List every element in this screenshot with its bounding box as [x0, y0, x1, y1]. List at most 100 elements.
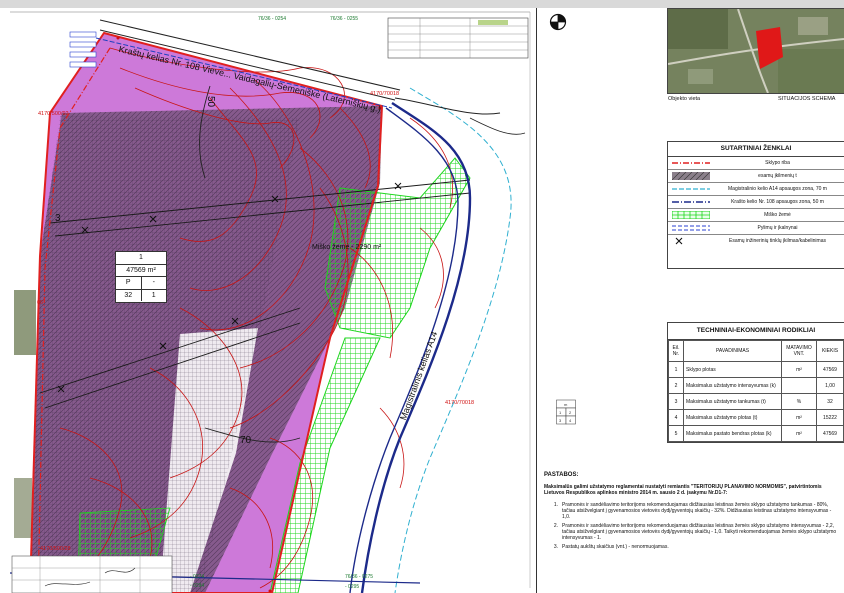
row-unit: m² [781, 361, 817, 378]
top-strip [0, 0, 844, 8]
legend-item-hatched: esamų įkilmenių t [668, 170, 844, 183]
row-name: Maksimalus užstatymo plotas (t) [683, 409, 782, 426]
grid-top-right: 76/36 - 0255 [330, 16, 359, 22]
situation-aerial [668, 9, 844, 93]
mini-legend-top: m [564, 402, 568, 407]
grid-bottom-4: - 0295 [345, 584, 360, 590]
situation-scheme-map[interactable] [667, 8, 844, 94]
header-value: KIEKIS [816, 340, 844, 362]
row-value: 32 [816, 393, 844, 410]
parcel-density: 32 [116, 289, 142, 301]
parcel-density-row: 32 1 [116, 289, 166, 301]
contour-50-label: 50 [205, 95, 217, 108]
grid-bottom-3: - 0294 [190, 583, 205, 589]
notes-item-text: Pramonės ir sandėliavimo teritorijoms re… [562, 502, 832, 520]
notes-item-text: Pastatų aukštų skaičius (vnt.) - nenormu… [562, 544, 669, 550]
row-name: Maksimalus užstatymo tankumas (t) [683, 393, 782, 410]
legend-title: SUTARTINIAI ŽENKLAI [668, 142, 844, 157]
north-arrow-icon [549, 13, 567, 31]
parcel-bottom-ref: 4170/500/28 [40, 546, 71, 552]
parcel-purpose-value: - [152, 279, 155, 286]
row-value: 47569 [816, 425, 844, 442]
row-value: 47569 [816, 361, 844, 378]
dimension-3: 3 [55, 213, 61, 224]
row-unit: m² [781, 409, 817, 426]
legend-item-boundary: Sklypo riba [668, 157, 844, 170]
grid-top-left: 76/36 - 0254 [258, 16, 287, 22]
signature-block [11, 555, 173, 593]
object-location-label: Objekto vieta [668, 96, 701, 102]
row-value: 1,00 [816, 377, 844, 394]
row-value: 15222 [816, 409, 844, 426]
cyan-dashed-line-icon [672, 188, 710, 190]
row-no: 4 [668, 409, 684, 426]
mini-legend-cell-c: 3 [559, 418, 562, 423]
forest-label: Miško žemė - 2290 m² [312, 244, 382, 251]
legend-item-forest: Miško žemė [668, 209, 844, 222]
legend-item-embankment: Pylimų ir įkalnynai [668, 222, 844, 235]
indicators-table: Eil. Nr. PAVADINIMAS MATAVIMO VNT. KIEKI… [668, 340, 844, 442]
notes-item: 3. Pastatų aukštų skaičius (vnt.) - neno… [544, 544, 840, 550]
legend-item-label: Krašto kelio Nr. 108 apsaugos zona, 50 m [731, 199, 824, 205]
top-title-block [387, 17, 529, 59]
notes-item-text: Pramonės ir sandėliavimo teritorijoms re… [562, 523, 837, 541]
table-row: 2 Maksimalus užstatymo intensyvumas (k) … [668, 377, 844, 394]
notes-section: PASTABOS: Maksimalūs galimi užstatymo re… [544, 472, 840, 553]
legend-item-label: Esamų inžinerinių tinklų įkilmas/kabelin… [729, 238, 826, 244]
parcel-info-box[interactable]: 1 47569 m² P - 32 1 [115, 251, 167, 303]
legend-item-label: esamų įkilmenių t [758, 173, 797, 179]
table-row: 3 Maksimalus užstatymo tankumas (t) % 32 [668, 393, 844, 410]
row-unit: % [781, 393, 817, 410]
notes-item: 1. Pramonės ir sandėliavimo teritorijoms… [544, 502, 840, 520]
legend-item-a14-zone: Magistralinio kelio A14 apsaugos zona, 7… [668, 183, 844, 196]
legend-panel: SUTARTINIAI ŽENKLAI Sklypo riba esamų įk… [667, 141, 844, 269]
notes-item-number: 3. [553, 544, 558, 550]
parcel-right-ref: 4170/70018 [370, 91, 400, 97]
parcel-number: 1 [116, 252, 166, 265]
notes-item-number: 1. [553, 502, 558, 508]
table-row: 5 Maksimalus pastato bendras plotas (k) … [668, 425, 844, 442]
header-unit: MATAVIMO VNT. [781, 340, 817, 362]
grid-bottom-1: 76/36 - 0275 [345, 574, 374, 580]
row-name: Maksimalus pastato bendras plotas (k) [683, 425, 782, 442]
boundary-line-icon [672, 162, 710, 164]
mini-legend-cell-d: 4 [569, 418, 572, 423]
row-name: Sklypo plotas [683, 361, 782, 378]
row-unit: m² [781, 425, 817, 442]
situation-scheme-title: SITUACIJOS SCHEMA [778, 96, 836, 102]
row-no: 2 [668, 377, 684, 394]
contour-70-label: 70 [240, 435, 252, 446]
mini-legend: m 1 2 3 4 [556, 392, 636, 438]
hatched-area-icon [672, 172, 710, 180]
row-no: 5 [668, 425, 684, 442]
row-no: 1 [668, 361, 684, 378]
detailed-plan-map[interactable] [0, 8, 536, 593]
parcel-purpose: P [116, 277, 142, 289]
mini-legend-cell-b: 2 [569, 410, 572, 415]
navy-dashdot-line-icon [672, 201, 710, 203]
parcel-intensity: 1 [151, 291, 156, 299]
notes-title: PASTABOS: [544, 472, 579, 478]
legend-item-label: Miško žemė [764, 212, 791, 218]
cross-mark-icon [675, 237, 683, 245]
indicators-title: TECHNINIAI-EKONOMINIAI RODIKLIAI [668, 323, 844, 340]
dimension-06: 06 [37, 300, 44, 306]
notes-item: 2. Pramonės ir sandėliavimo teritorijoms… [544, 523, 840, 541]
blue-dashed-line-icon [672, 225, 710, 231]
parcel-left-ref: 4170/500/92 [38, 111, 69, 117]
green-grid-icon [672, 211, 710, 219]
technical-indicators-panel: TECHNINIAI-EKONOMINIAI RODIKLIAI Eil. Nr… [667, 322, 844, 443]
parcel-purpose-row: P - [116, 277, 166, 290]
legend-item-label: Magistralinio kelio A14 apsaugos zona, 7… [728, 186, 827, 192]
row-name: Maksimalus užstatymo intensyvumas (k) [683, 377, 782, 394]
row-unit [781, 377, 817, 394]
parcel-mid-right-ref: 4170/70018 [445, 400, 475, 406]
legend-item-label: Sklypo riba [765, 160, 790, 166]
table-row: 4 Maksimalus užstatymo plotas (t) m² 152… [668, 409, 844, 426]
header-name: PAVADINIMAS [683, 340, 782, 362]
parcel-area: 47569 m² [116, 265, 166, 277]
legend-item-label: Pylimų ir įkalnynai [757, 225, 798, 231]
map-area[interactable]: Kraštų kelias Nr. 108 Vieve... Vaidagali… [0, 8, 536, 593]
notes-item-number: 2. [553, 523, 558, 529]
header-no: Eil. Nr. [668, 340, 684, 362]
